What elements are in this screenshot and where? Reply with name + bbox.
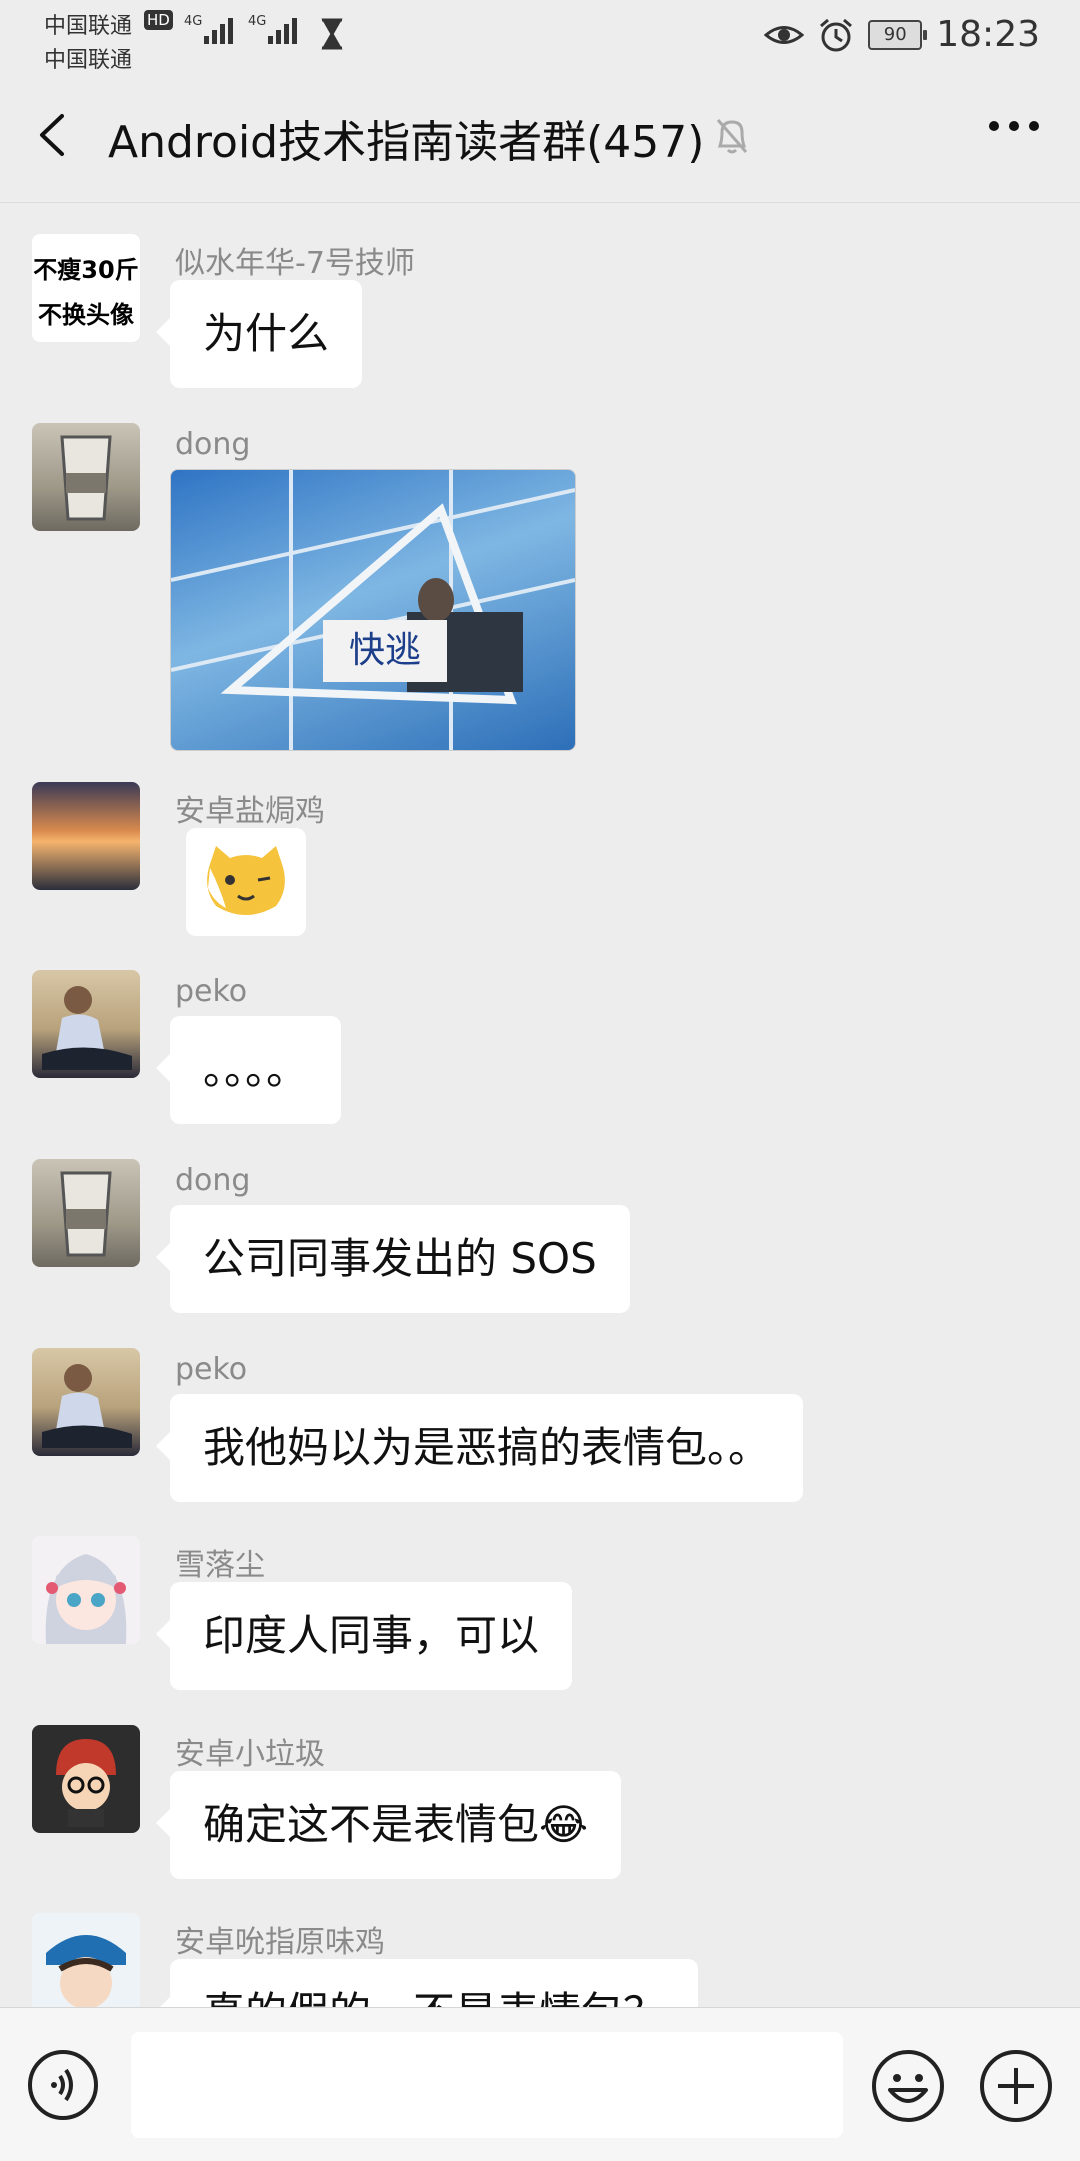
input-bar xyxy=(0,2007,1080,2161)
eye-icon xyxy=(764,25,805,44)
sticker-message[interactable] xyxy=(186,828,306,936)
more-dots-icon[interactable] xyxy=(988,116,1040,136)
chat-header: Android技术指南读者群(457) xyxy=(0,70,1080,203)
window-photo xyxy=(171,470,575,750)
sender-name: 似水年华-7号技师 xyxy=(175,246,415,281)
avatar[interactable] xyxy=(32,1913,140,2007)
emoji-icon[interactable] xyxy=(870,2048,946,2124)
cartoon-boy-avatar xyxy=(46,1935,126,2007)
voice-icon xyxy=(51,2068,73,2102)
battery-icon: 90 xyxy=(868,19,928,50)
avatar[interactable] xyxy=(32,1348,140,1456)
cat-face-emoji xyxy=(207,846,285,915)
sender-name: dong xyxy=(175,1163,251,1198)
message-list[interactable]: 不瘦30斤 不换头像 似水年华-7号技师 为什么 dong 快逃 安卓盐焗鸡 p… xyxy=(0,202,1080,2007)
message-bubble[interactable]: 为什么 xyxy=(155,280,363,388)
message-bubble[interactable]: 真的假的，不是表情包？ xyxy=(155,1959,699,2007)
glass-icon xyxy=(60,1171,112,1257)
status-bar: 中国联通 中国联通 HD 4G 4G 90 18:23 xyxy=(0,0,1080,73)
person-photo xyxy=(42,986,132,1070)
avatar[interactable] xyxy=(32,423,140,531)
hd-badge: HD xyxy=(144,10,173,30)
signal-icon xyxy=(204,18,233,44)
clock-time: 18:23 xyxy=(936,14,1040,55)
sender-name: 安卓吮指原味鸡 xyxy=(175,1925,385,1960)
plus-icon[interactable] xyxy=(978,2048,1054,2124)
network-type-1: 4G xyxy=(184,14,203,29)
message-input[interactable] xyxy=(131,2032,843,2138)
message-bubble[interactable]: 。。。。 xyxy=(155,1016,342,1124)
sender-name: peko xyxy=(175,1352,248,1387)
message-bubble[interactable]: 印度人同事，可以 xyxy=(155,1582,573,1690)
avatar[interactable]: 不瘦30斤 不换头像 xyxy=(32,234,140,342)
mute-bell-icon xyxy=(716,119,748,154)
sender-name: 雪落尘 xyxy=(175,1548,265,1583)
message-bubble[interactable]: 确定这不是表情包😂 xyxy=(155,1771,622,1879)
glass-icon xyxy=(60,435,112,521)
alarm-icon xyxy=(820,18,853,51)
sender-name: 安卓小垃圾 xyxy=(175,1737,325,1772)
avatar[interactable] xyxy=(32,1536,140,1644)
image-message[interactable]: 快逃 xyxy=(170,469,576,751)
avatar-text-line: 不瘦30斤 xyxy=(33,256,139,284)
message-bubble[interactable]: 我他妈以为是恶搞的表情包。。 xyxy=(155,1394,804,1502)
sender-name: 安卓盐焗鸡 xyxy=(175,794,325,829)
avatar[interactable] xyxy=(32,1725,140,1833)
back-arrow-icon[interactable] xyxy=(30,110,80,160)
network-type-2: 4G xyxy=(248,14,267,29)
sign-text: 快逃 xyxy=(323,620,447,682)
chat-title: Android技术指南读者群(457) xyxy=(108,117,705,168)
carrier-1-label: 中国联通 xyxy=(44,14,133,39)
avatar[interactable] xyxy=(32,970,140,1078)
signal-icon xyxy=(268,18,297,44)
hourglass-icon xyxy=(321,18,343,50)
message-bubble[interactable]: 公司同事发出的 SOS xyxy=(156,1205,630,1313)
person-photo xyxy=(42,1364,132,1448)
status-right: 90 18:23 xyxy=(764,14,1040,55)
sender-name: peko xyxy=(175,974,248,1009)
anime-girl-avatar xyxy=(45,1554,127,1644)
sender-name: dong xyxy=(175,427,251,462)
cartoon-avatar xyxy=(56,1739,116,1827)
avatar[interactable] xyxy=(32,1159,140,1267)
avatar-text-line: 不换头像 xyxy=(38,301,134,329)
voice-button[interactable] xyxy=(28,2050,98,2120)
avatar[interactable] xyxy=(32,782,140,890)
